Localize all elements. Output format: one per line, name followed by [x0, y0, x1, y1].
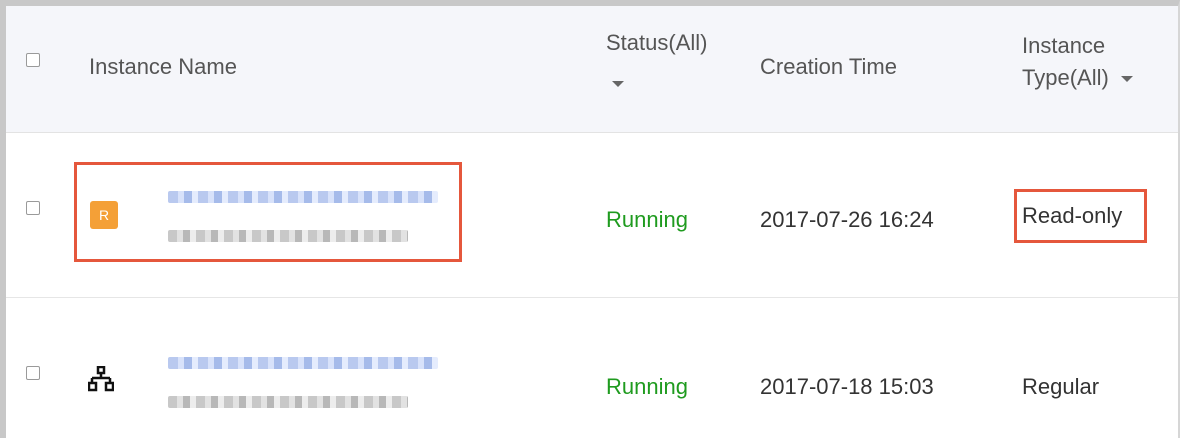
row-checkbox[interactable] — [26, 201, 40, 215]
header-instance-type-filter[interactable]: Instance Type(All) — [1022, 30, 1133, 94]
status-text: Running — [606, 374, 688, 399]
status-text: Running — [606, 207, 688, 232]
topology-icon — [88, 366, 114, 392]
creation-time-text: 2017-07-18 15:03 — [760, 374, 934, 399]
instance-name-highlight — [74, 162, 462, 262]
table-row: Running 2017-07-18 15:03 Regular — [6, 298, 1178, 448]
instance-type-filter-caret-icon — [1120, 76, 1133, 83]
instance-table: Instance Name Status(All) Creation Time … — [0, 0, 1180, 448]
creation-time-text: 2017-07-26 16:24 — [760, 207, 934, 232]
instance-type-text: Read-only — [1022, 203, 1123, 228]
table-header: Instance Name Status(All) Creation Time … — [6, 6, 1178, 133]
row-checkbox[interactable] — [26, 366, 40, 380]
table-row: R Running 2017-07-26 16:24 Read-only — [6, 133, 1178, 298]
header-instance-type-line1: Instance — [1022, 33, 1106, 58]
header-instance-name: Instance Name — [89, 54, 237, 79]
header-status-label: Status(All) — [606, 30, 708, 55]
instance-description — [168, 396, 408, 408]
select-all-checkbox[interactable] — [26, 53, 40, 67]
status-filter-caret-icon — [612, 81, 624, 88]
instance-description — [168, 230, 408, 242]
header-status-filter[interactable]: Status(All) — [606, 30, 707, 96]
read-only-badge-icon: R — [90, 201, 118, 229]
header-instance-type-line2: Type(All) — [1022, 65, 1109, 90]
instance-type-text: Regular — [1022, 374, 1100, 399]
instance-id-link[interactable] — [168, 357, 438, 369]
header-creation-time: Creation Time — [760, 54, 897, 79]
instance-id-link[interactable] — [168, 191, 438, 203]
